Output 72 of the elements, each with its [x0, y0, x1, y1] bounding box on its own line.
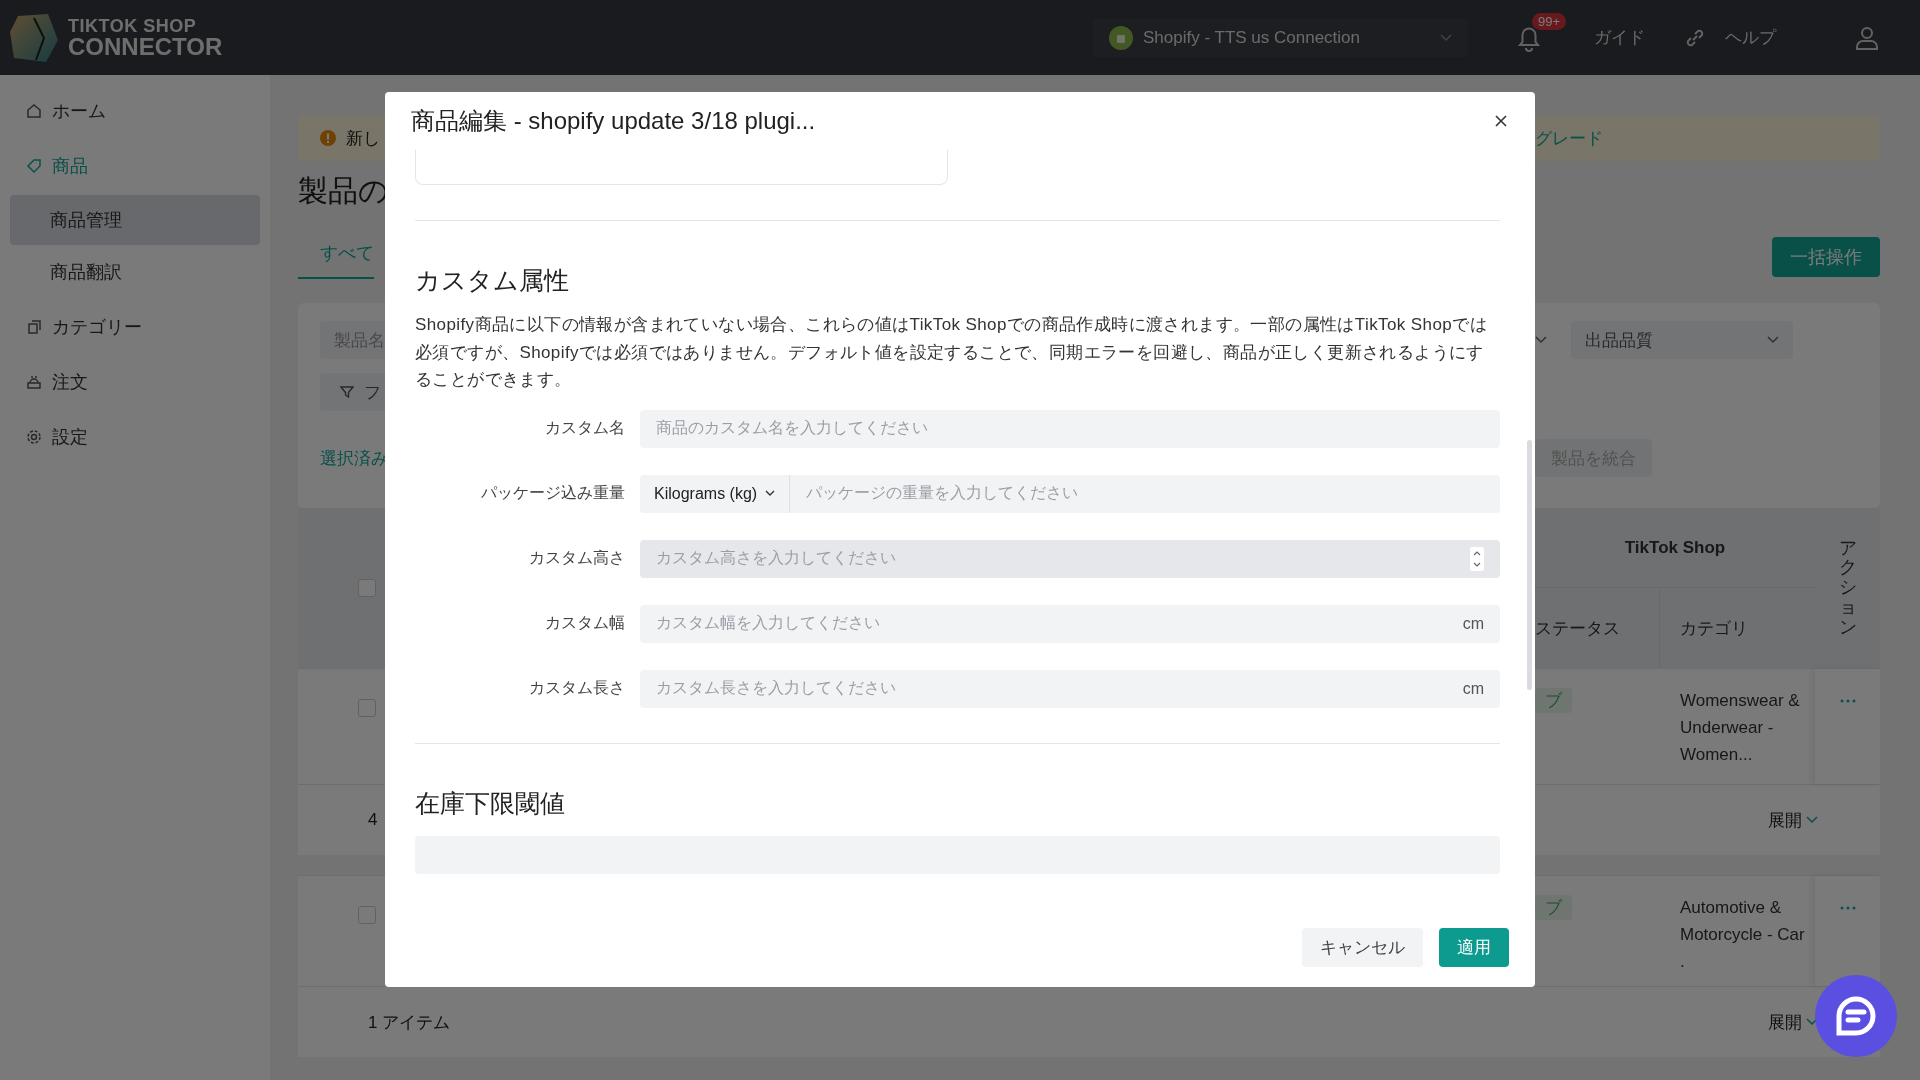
- bulk-actions-button[interactable]: 一括操作: [1772, 237, 1880, 277]
- scrollbar[interactable]: [1527, 440, 1532, 690]
- notification-badge: 99+: [1532, 12, 1567, 30]
- sidebar-item[interactable]: 注文: [0, 354, 270, 409]
- checkbox[interactable]: [357, 579, 376, 597]
- column-header: アクション: [1838, 538, 1857, 638]
- notice-text: 新し: [346, 127, 380, 150]
- more-icon[interactable]: [1839, 906, 1856, 910]
- nav-icon: [26, 157, 42, 174]
- sidebar-item[interactable]: 商品: [0, 138, 270, 193]
- nav-icon: [26, 373, 42, 390]
- checkbox[interactable]: [357, 699, 376, 717]
- item-count: 1 アイテム: [368, 1011, 451, 1034]
- cancel-button[interactable]: キャンセル: [1302, 928, 1423, 967]
- number-field[interactable]: カスタム高さを入力してください: [640, 539, 1500, 578]
- more-icon[interactable]: [1839, 699, 1856, 703]
- chat-icon[interactable]: [1815, 975, 1897, 1057]
- section-heading: 在庫下限閾値: [415, 787, 566, 819]
- chevron-down-icon: [1767, 336, 1779, 344]
- nav-icon: [26, 428, 42, 445]
- warning-icon: [320, 130, 336, 146]
- section-description: Shopify商品に以下の情報が含まれていない場合、これらの値はTikTok Shopでの商品作成時に渡されます。一部の属性はTikTok Shopでは必須ですが、Shopifyでは必須ではありません。デフォルト値を設定することで、同期エラーを回避し、商品が正しく更新されるようにすることができます。: [415, 314, 1488, 391]
- checkbox[interactable]: [357, 906, 376, 924]
- sidebar-item[interactable]: カテゴリー: [0, 299, 270, 354]
- guide-link[interactable]: ガイド: [1594, 26, 1645, 49]
- help-link[interactable]: ヘルプ: [1725, 26, 1776, 49]
- expand-link[interactable]: 展開: [1768, 808, 1802, 832]
- input-field[interactable]: カスタム幅を入力してください cm: [640, 604, 1500, 643]
- status-tag: ブ: [1535, 895, 1572, 920]
- column-header: カテゴリ: [1679, 617, 1749, 640]
- close-icon[interactable]: [1495, 115, 1507, 127]
- chevron-down-icon: [1535, 336, 1547, 344]
- field-label: カスタム名: [544, 418, 625, 438]
- field-label: パッケージ込み重量: [480, 483, 625, 503]
- upgrade-link[interactable]: グレード: [1535, 126, 1880, 150]
- logo-icon: [8, 11, 60, 64]
- chevron-down-icon: [1806, 816, 1818, 824]
- table-cell: Womenswear & Underwear - Women...: [1680, 691, 1800, 764]
- input-field[interactable]: 商品のカスタム名を入力してください: [640, 409, 1500, 448]
- chevron-down-icon: [1806, 1018, 1818, 1026]
- table-cell: Automotive & Motorcycle - Car .: [1680, 898, 1805, 971]
- sidebar-item[interactable]: 設定: [0, 409, 270, 464]
- sidebar-item[interactable]: ホーム: [0, 83, 270, 138]
- logo-text: TIKTOK SHOP: [68, 16, 198, 35]
- filter-button[interactable]: フ: [320, 373, 385, 411]
- dialog-title: 商品編集 - shopify update 3/18 plugi...: [411, 106, 816, 136]
- logo-text: CONNECTOR: [68, 34, 223, 59]
- user-icon[interactable]: [1854, 24, 1880, 51]
- nav-icon: [26, 102, 42, 119]
- field-label: カスタム高さ: [528, 548, 625, 568]
- section-heading: カスタム属性: [415, 265, 570, 296]
- sidebar-subitem[interactable]: 商品管理: [10, 195, 260, 245]
- input-field[interactable]: カスタム長さを入力してください cm: [640, 669, 1500, 708]
- filter-icon: [340, 385, 354, 399]
- status-tag: ブ: [1535, 688, 1572, 713]
- field-label: カスタム幅: [544, 613, 625, 633]
- input-field[interactable]: パッケージの重量を入力してください: [790, 474, 1500, 513]
- connection-select[interactable]: Shopify - TTS us Connection: [1093, 18, 1468, 57]
- sidebar-subitem[interactable]: 商品翻訳: [10, 247, 260, 297]
- item-count: 4: [368, 810, 378, 830]
- nav-icon: [26, 318, 42, 335]
- stepper-icon[interactable]: [1470, 546, 1484, 571]
- expand-link[interactable]: 展開: [1768, 1010, 1802, 1034]
- selected-link[interactable]: 選択済み: [298, 446, 385, 470]
- chevron-down-icon: [765, 490, 776, 497]
- shopify-bag-icon: [1109, 25, 1133, 50]
- chevron-down-icon: [1440, 33, 1452, 42]
- tab[interactable]: すべて: [298, 241, 374, 279]
- unit-select[interactable]: Kilograms (kg): [640, 474, 791, 513]
- apply-button[interactable]: 適用: [1439, 928, 1509, 967]
- quality-select[interactable]: 出品品質: [1571, 321, 1793, 359]
- field-label: カスタム長さ: [528, 678, 625, 698]
